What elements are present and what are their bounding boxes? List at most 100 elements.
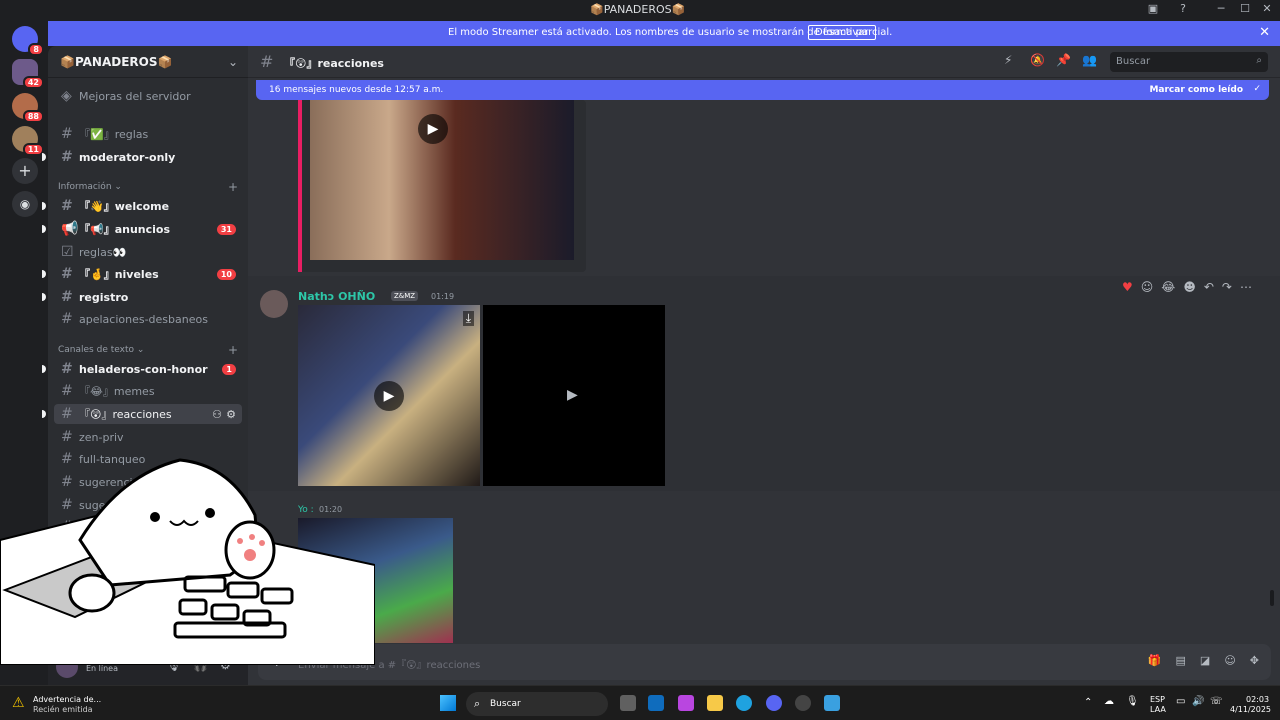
server-icon-panaderos[interactable]: 42 — [12, 59, 44, 89]
start-button[interactable] — [440, 695, 456, 711]
emoji-icon[interactable]: ☺ — [1224, 654, 1235, 667]
channel-reglas[interactable]: # 『✅』reglas — [54, 124, 242, 144]
channel-welcome[interactable]: # 『👋』welcome — [54, 196, 242, 216]
search-input[interactable]: Buscar ⌕ — [1110, 52, 1268, 72]
gif-icon[interactable]: ▤ — [1176, 654, 1186, 667]
mark-read-button[interactable]: Marcar como leído — [1149, 85, 1243, 95]
file-explorer-icon[interactable] — [707, 695, 723, 711]
category-canales-texto[interactable]: Canales de texto ⌄ — [58, 345, 144, 355]
channel-label: reglas👀 — [79, 245, 127, 259]
network-icon[interactable]: ▭ — [1176, 696, 1185, 707]
mic-tray-icon[interactable]: 🎙 — [1126, 696, 1139, 707]
play-icon[interactable]: ▶ — [567, 387, 578, 403]
windows-taskbar: ⚠ Advertencia de... Recién emitida ⌕ Bus… — [0, 685, 1280, 720]
laugh-reaction-icon[interactable]: 😂 — [1161, 280, 1175, 294]
more-icon[interactable]: ⋯ — [1240, 280, 1252, 294]
channel-heladeros[interactable]: # heladeros-con-honor 1 — [54, 359, 242, 379]
megaphone-icon: 📢 — [61, 221, 79, 237]
channel-title: 『😲』reacciones — [284, 57, 384, 70]
invite-icon[interactable]: ⚇ — [212, 408, 222, 421]
mute-bell-icon[interactable]: 🔕 — [1030, 53, 1045, 67]
channel-registro[interactable]: # registro — [54, 287, 242, 307]
hash-icon: # — [61, 429, 73, 445]
onedrive-icon[interactable]: ☁ — [1104, 696, 1114, 707]
maximize-button[interactable]: ☐ — [1236, 2, 1254, 18]
channel-moderator-only[interactable]: # moderator-only — [54, 147, 242, 167]
discord-taskbar-icon[interactable] — [766, 695, 782, 711]
deactivate-button[interactable]: Desactivar — [808, 25, 876, 40]
help-icon[interactable]: ? — [1174, 2, 1192, 18]
battery-icon[interactable]: ☏ — [1210, 696, 1223, 707]
store-icon[interactable] — [648, 695, 664, 711]
channel-anuncios[interactable]: 📢 『📢』anuncios 31 — [54, 219, 242, 239]
channel-label: apelaciones-desbaneos — [79, 312, 208, 326]
explore-icon[interactable]: ◉ — [12, 191, 38, 217]
category-informacion[interactable]: Información ⌄ — [58, 182, 122, 192]
play-icon[interactable]: ▶ — [418, 114, 448, 144]
gear-icon[interactable]: ⚙ — [226, 408, 236, 421]
edge-icon[interactable] — [736, 695, 752, 711]
channel-niveles[interactable]: # 『🤞』niveles 10 — [54, 264, 242, 284]
channel-memes[interactable]: # 『😂』memes — [54, 381, 242, 401]
volume-icon[interactable]: 🔊 — [1192, 696, 1204, 707]
server-icon-3[interactable]: 11 — [12, 126, 44, 156]
search-icon: ⌕ — [1256, 55, 1262, 66]
avatar[interactable] — [260, 290, 288, 318]
hash-icon: # — [61, 198, 73, 214]
discord-home-icon[interactable]: 8 — [12, 26, 44, 56]
clock-time[interactable]: 02:03 — [1246, 695, 1269, 704]
app-icon-2[interactable] — [824, 695, 840, 711]
threads-icon[interactable]: ⚡ — [1004, 53, 1012, 67]
gift-icon[interactable]: 🎁 — [1148, 654, 1162, 667]
minimize-button[interactable]: ─ — [1212, 2, 1230, 18]
channel-apelaciones[interactable]: # apelaciones-desbaneos — [54, 309, 242, 329]
embed-video[interactable]: ▶ — [310, 100, 574, 260]
new-messages-bar[interactable]: 16 mensajes nuevos desde 12:57 a.m. Marc… — [256, 80, 1269, 100]
hash-icon: # — [61, 149, 73, 165]
server-header[interactable]: 📦PANADEROS📦 ⌄ — [48, 46, 248, 78]
sticker-icon[interactable]: ◪ — [1200, 654, 1210, 667]
channel-reacciones[interactable]: # 『😲』reacciones ⚇ ⚙ — [54, 404, 242, 424]
mention-badge: 1 — [222, 363, 236, 375]
channel-label: 『😂』memes — [79, 385, 155, 398]
message-author[interactable]: Nathↄ OHÑO — [298, 290, 375, 303]
language-ime[interactable]: ESP — [1150, 695, 1165, 704]
scrollbar[interactable] — [1270, 590, 1274, 606]
pin-icon[interactable]: 📌 — [1056, 53, 1071, 67]
heart-reaction-icon[interactable]: ♥ — [1122, 280, 1133, 294]
emoji-reaction-icon[interactable]: ☺ — [1141, 280, 1154, 294]
close-window-button[interactable]: ✕ — [1258, 2, 1276, 18]
server-icon-2[interactable]: 88 — [12, 93, 44, 123]
download-icon[interactable]: ⤓ — [462, 311, 474, 326]
add-channel-icon[interactable]: + — [228, 343, 238, 357]
play-icon[interactable]: ▶ — [374, 381, 404, 411]
home-badge: 8 — [28, 43, 44, 56]
channel-label: zen-priv — [79, 430, 124, 444]
task-view-icon[interactable] — [620, 695, 636, 711]
taskbar-search[interactable]: ⌕ Buscar — [466, 692, 608, 716]
members-icon[interactable]: 👥 — [1082, 53, 1097, 67]
close-icon[interactable]: ✕ — [1259, 25, 1270, 40]
hash-icon: # — [61, 289, 73, 305]
add-reaction-icon[interactable]: ☻ — [1183, 280, 1196, 294]
video-attachment[interactable]: ▶ — [483, 305, 665, 486]
app-icon[interactable] — [795, 695, 811, 711]
add-server-icon[interactable]: + — [12, 158, 38, 184]
add-channel-icon[interactable]: + — [228, 180, 238, 194]
channel-zen-priv[interactable]: # zen-priv — [54, 427, 242, 447]
chevron-up-icon[interactable]: ⌃ — [1084, 697, 1092, 708]
notification-title[interactable]: Advertencia de... — [33, 695, 101, 704]
channel-label: 『✅』reglas — [79, 128, 149, 141]
forward-icon[interactable]: ↷ — [1222, 280, 1232, 294]
channel-reglas-rules[interactable]: ☑ reglas👀 — [54, 242, 242, 262]
message-composer[interactable]: + Enviar mensaje a #『😲』reacciones 🎁 ▤ ◪ … — [258, 644, 1271, 680]
copilot-icon[interactable] — [678, 695, 694, 711]
hash-icon: # — [61, 126, 73, 142]
reply-icon[interactable]: ↶ — [1204, 280, 1214, 294]
language-layout: LAA — [1150, 705, 1166, 714]
inbox-icon[interactable]: ▣ — [1144, 2, 1162, 18]
channel-label: 『😲』reacciones — [79, 408, 172, 421]
boost-label: Mejoras del servidor — [79, 89, 191, 103]
apps-icon[interactable]: ✥ — [1250, 654, 1259, 667]
boost-link[interactable]: ◈ Mejoras del servidor — [54, 86, 242, 106]
